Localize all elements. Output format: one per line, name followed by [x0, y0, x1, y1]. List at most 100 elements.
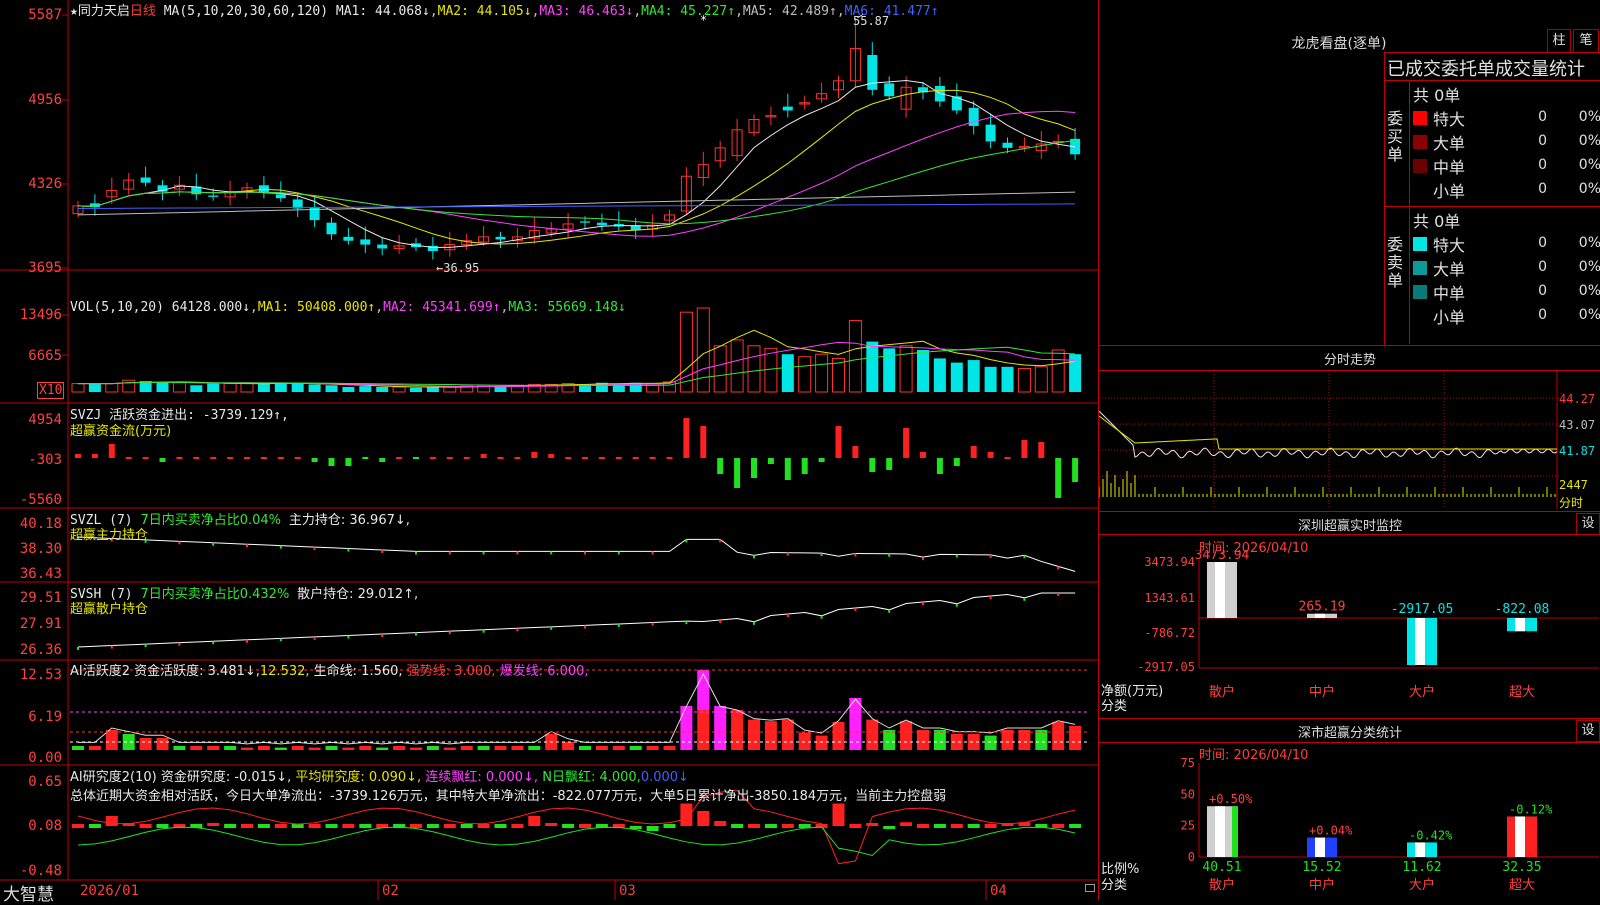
activity-bar [1001, 730, 1014, 750]
research-bar [545, 823, 558, 826]
activity-bar [900, 721, 913, 750]
main-ytick-4: 3695 [28, 260, 62, 276]
money-flow-bar [75, 454, 81, 458]
net-amount-chart[interactable]: 3473.94 1343.61 -786.72 -2917.05 3473.94 散户 26… [1099, 550, 1600, 720]
activity-bar [1052, 722, 1065, 750]
activity-bar [241, 747, 253, 750]
money-flow-bar [970, 446, 977, 458]
activity-bar [528, 746, 541, 750]
sz-monitor-cls: 分类 [1101, 699, 1128, 714]
money-flow-bar [936, 458, 943, 474]
main-chart-area[interactable]: * [0, 0, 1098, 900]
money-flow-bar [700, 426, 707, 458]
sell-color-swatch [1413, 261, 1427, 275]
ratio-bar-edge [1232, 806, 1238, 857]
category-label: 中户 [1309, 684, 1335, 700]
research-bar [562, 824, 575, 828]
vol-bar [190, 385, 203, 392]
ai1-v2: 12.532, [259, 664, 310, 679]
sz-class-title: 深市超赢分类统计 [1297, 726, 1402, 741]
divider [1099, 511, 1600, 512]
sell-color-swatch [1413, 237, 1427, 251]
change-label: -0.12% [1509, 802, 1553, 816]
vol-bar [392, 386, 406, 393]
sell-row-v: 0 [1538, 283, 1547, 299]
lhb-title: 龙虎看盘(逐单) [1291, 36, 1387, 52]
research-bar [917, 824, 929, 828]
research-bar [781, 824, 794, 828]
sell-row-name: 中单 [1433, 284, 1466, 303]
candle-body [985, 124, 996, 142]
money-flow-bar [531, 452, 538, 458]
research-bar [984, 824, 997, 828]
intraday-ytick-1: 44.27 [1559, 392, 1596, 406]
activity-bar [393, 746, 406, 750]
svsh-sub: 超赢散户持仓 [70, 602, 149, 617]
research-bar [359, 824, 372, 828]
net-value-label: 3473.94 [1195, 550, 1250, 563]
main-ytick-2: 4956 [28, 92, 62, 108]
sz-monitor-settings-button[interactable]: 设 [1576, 513, 1600, 535]
research-bar [748, 824, 760, 828]
xaxis-label-mar: 03 [619, 883, 636, 899]
activity-bar [612, 746, 625, 750]
activity-bar [190, 746, 203, 750]
intraday-chart[interactable] [1099, 371, 1600, 511]
divider [1099, 718, 1600, 719]
candlestick-chart[interactable]: * [0, 0, 1098, 900]
sz-class-settings-button[interactable]: 设 [1576, 720, 1600, 742]
buy-row-name: 中单 [1433, 158, 1466, 177]
activity-bar [72, 746, 84, 750]
ratio-bar-highlight [1415, 842, 1425, 857]
svzj-ytick-2: -303 [28, 452, 62, 468]
money-flow-bar [953, 458, 960, 466]
research-bar [426, 824, 439, 828]
ma2-value: MA2: 44.105↓ [437, 4, 532, 19]
activity-peak [697, 670, 710, 710]
activity-bar [156, 738, 169, 750]
buy-color-swatch [1413, 183, 1427, 197]
vol-bar [342, 386, 355, 392]
category-label: 超大 [1509, 878, 1535, 893]
svzl-ytick-2: 38.30 [19, 541, 62, 557]
research-bar [477, 824, 490, 828]
vol-bar [376, 386, 389, 392]
bar-mode-button[interactable]: 柱 [1547, 29, 1571, 53]
money-flow-bar [548, 454, 555, 458]
ai1-header: AI活跃度2 资金活跃度: 3.481↓,12.532, 生命线: 1.560,… [70, 660, 589, 679]
activity-bar [207, 746, 220, 750]
vol-bar [426, 386, 439, 392]
candle-body [782, 106, 793, 111]
net-bar-highlight [1515, 618, 1525, 632]
vol-bar [781, 354, 794, 392]
stock-name[interactable]: 同力天启 [78, 4, 130, 19]
period-label[interactable]: 日线 [130, 4, 156, 19]
class-ratio-chart[interactable]: 75 50 25 0 +0.50% 40.51 散户 +0.04% 15.52 中户 -0.42% 1… [1099, 755, 1600, 900]
ma-line-120 [77, 203, 1076, 209]
intraday-ytick-3: 41.87 [1559, 444, 1596, 458]
buy-row-name: 特大 [1433, 110, 1466, 129]
vol-bar [747, 345, 761, 393]
ai2-ytick-1: 0.65 [28, 774, 62, 790]
candle-body [360, 239, 371, 245]
buy-row-name: 小单 [1433, 182, 1466, 201]
research-bar [528, 816, 541, 826]
research-bar [443, 824, 456, 828]
research-bar [460, 824, 473, 828]
research-bar [663, 824, 676, 828]
svzj-sub: 超赢资金流(万元) [70, 424, 172, 439]
vol-bar [1034, 366, 1048, 393]
ratio-bar-highlight [1515, 816, 1525, 857]
buy-row-v: 0 [1538, 133, 1547, 149]
money-flow-bar [852, 446, 859, 458]
activity-bar [477, 746, 490, 750]
research-bar [579, 824, 591, 828]
tick-mode-button[interactable]: 笔 [1573, 29, 1599, 53]
vol-value: 64128.000↓ [171, 300, 251, 315]
svzl-ytick-1: 40.18 [19, 516, 62, 532]
activity-bar [984, 735, 997, 750]
buy-row-p: 0% [1578, 133, 1600, 149]
svzl-pct: 7日内买卖净占比0.04% [140, 513, 282, 528]
activity-bar [562, 742, 575, 750]
lock-icon[interactable] [1085, 884, 1095, 892]
